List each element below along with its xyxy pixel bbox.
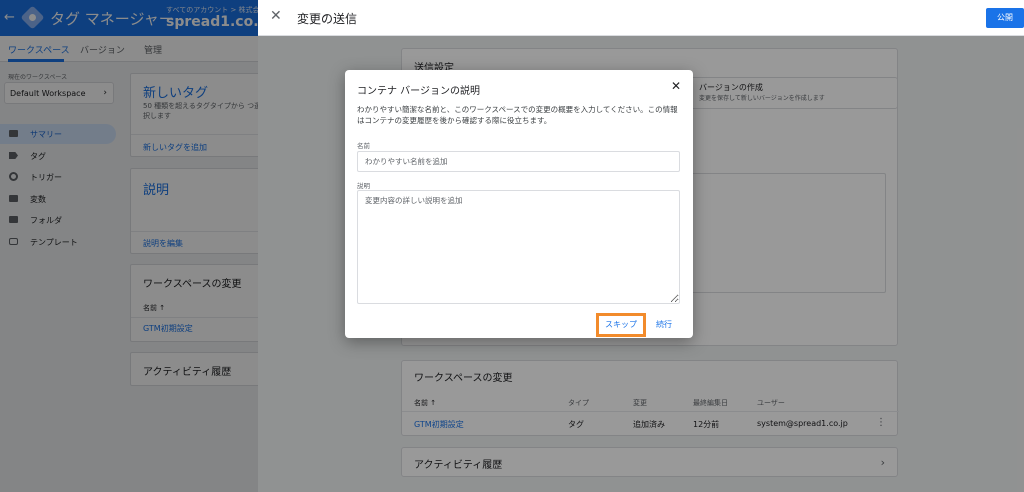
container-version-dialog: コンテナ バージョンの説明 ✕ わかりやすい簡潔な名前と、このワークスペースでの… [345,70,693,338]
publish-button[interactable]: 公開 [986,8,1024,28]
skip-button[interactable]: スキップ [596,313,646,337]
continue-button[interactable]: 続行 [656,319,672,330]
close-icon[interactable]: ✕ [270,8,282,24]
description-label: 説明 [357,182,370,190]
dialog-title: コンテナ バージョンの説明 [357,86,480,97]
version-description-input[interactable] [357,190,680,304]
panel-header: ✕ 変更の送信 公開 [258,0,1024,36]
panel-title: 変更の送信 [297,12,358,26]
version-name-input[interactable] [357,151,680,172]
name-label: 名前 [357,142,370,150]
background-scrim [0,0,258,492]
dialog-description: わかりやすい簡潔な名前と、このワークスペースでの変更の概要を入力してください。こ… [357,105,678,125]
close-icon[interactable]: ✕ [671,79,681,93]
